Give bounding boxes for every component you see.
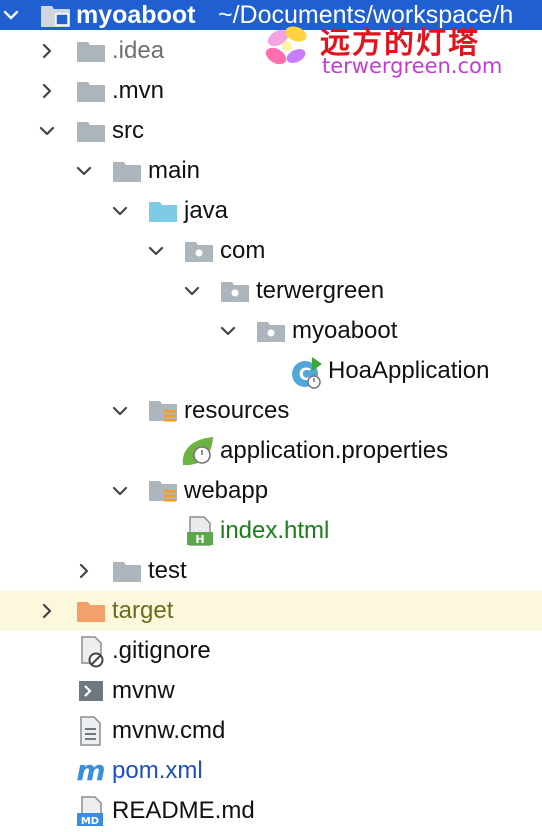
folder-icon — [112, 159, 142, 183]
tree-item-com[interactable]: com — [0, 231, 542, 271]
shell-script-icon — [79, 681, 103, 701]
tree-item-label: .mvn — [112, 77, 165, 104]
spring-boot-class-icon: C — [292, 357, 322, 389]
tree-item-src[interactable]: src — [0, 111, 542, 151]
svg-text:m: m — [76, 757, 105, 785]
watermark-url-text: terwergreen.com — [322, 54, 503, 78]
module-folder-icon — [41, 6, 70, 27]
tree-item-label: main — [148, 157, 201, 184]
chevron-down-icon[interactable] — [111, 202, 129, 220]
tree-item-resources[interactable]: resources — [0, 391, 542, 431]
tree-item-label: terwergreen — [256, 277, 385, 304]
folder-icon — [76, 79, 106, 103]
tree-item-label: application.properties — [220, 437, 449, 464]
tree-item-mvnw[interactable]: mvnw — [0, 671, 542, 711]
ignore-file-icon — [81, 636, 104, 668]
tree-item-readme-md[interactable]: MD README.md — [0, 791, 542, 831]
chevron-down-icon[interactable] — [38, 122, 56, 140]
tree-item-pom-xml[interactable]: m pom.xml — [0, 751, 542, 791]
tree-item-test[interactable]: test — [0, 551, 542, 591]
tree-item-hoa-application[interactable]: C HoaApplication — [0, 351, 542, 391]
tree-item-main[interactable]: main — [0, 151, 542, 191]
excluded-folder-icon — [76, 599, 106, 623]
tree-item-java[interactable]: java — [0, 191, 542, 231]
svg-text:MD: MD — [81, 816, 99, 827]
tree-item-webapp[interactable]: webapp — [0, 471, 542, 511]
tree-item-label: HoaApplication — [328, 357, 490, 384]
text-file-icon — [80, 716, 101, 746]
markdown-file-icon: MD — [77, 796, 103, 827]
chevron-down-icon[interactable] — [111, 482, 129, 500]
tree-item-application-properties[interactable]: application.properties — [0, 431, 542, 471]
chevron-down-icon[interactable] — [147, 242, 165, 260]
tree-item-label: resources — [184, 397, 290, 424]
tree-item-label: myoaboot — [292, 317, 398, 344]
tree-item-label: mvnw.cmd — [112, 717, 226, 744]
tree-item-gitignore[interactable]: .gitignore — [0, 631, 542, 671]
maven-icon: m — [76, 757, 105, 785]
chevron-down-icon[interactable] — [219, 322, 237, 340]
package-icon — [184, 239, 214, 263]
tree-item-label: index.html — [220, 517, 330, 544]
project-name: myoaboot — [76, 1, 196, 29]
tree-item-label: src — [112, 117, 144, 144]
svg-text:H: H — [195, 533, 204, 546]
tree-item-label: README.md — [112, 797, 255, 824]
resources-folder-icon — [148, 398, 178, 424]
folder-icon — [76, 119, 106, 143]
chevron-right-icon[interactable] — [38, 602, 56, 620]
chevron-down-icon[interactable] — [183, 282, 201, 300]
tree-item-label: webapp — [184, 477, 269, 504]
tree-item-label: test — [148, 557, 187, 584]
resources-folder-icon — [148, 478, 178, 504]
chevron-right-icon[interactable] — [38, 42, 56, 60]
tree-item-label: .idea — [112, 37, 165, 64]
tree-item-myoaboot-package[interactable]: myoaboot — [0, 311, 542, 351]
folder-icon — [112, 559, 142, 583]
tree-item-label: com — [220, 237, 266, 264]
tree-item-index-html[interactable]: H index.html — [0, 511, 542, 551]
chevron-down-icon[interactable] — [75, 162, 93, 180]
tree-item-terwergreen[interactable]: terwergreen — [0, 271, 542, 311]
tree-item-label: .gitignore — [112, 637, 211, 664]
html-file-icon: H — [187, 516, 213, 546]
chevron-right-icon[interactable] — [38, 82, 56, 100]
tree-item-target[interactable]: target — [0, 591, 542, 631]
tree-item-mvnw-cmd[interactable]: mvnw.cmd — [0, 711, 542, 751]
tree-item-label: pom.xml — [112, 757, 203, 784]
flower-logo-icon — [265, 26, 307, 65]
folder-icon — [76, 39, 106, 63]
package-icon — [256, 319, 286, 343]
spring-leaf-icon — [182, 437, 213, 466]
chevron-down-icon[interactable] — [2, 6, 20, 24]
tree-item-label: java — [184, 197, 229, 224]
tree-item-label: mvnw — [112, 677, 175, 704]
source-folder-icon — [148, 199, 178, 223]
package-icon — [220, 279, 250, 303]
chevron-right-icon[interactable] — [75, 562, 93, 580]
chevron-down-icon[interactable] — [111, 402, 129, 420]
tree-item-label: target — [112, 597, 174, 624]
